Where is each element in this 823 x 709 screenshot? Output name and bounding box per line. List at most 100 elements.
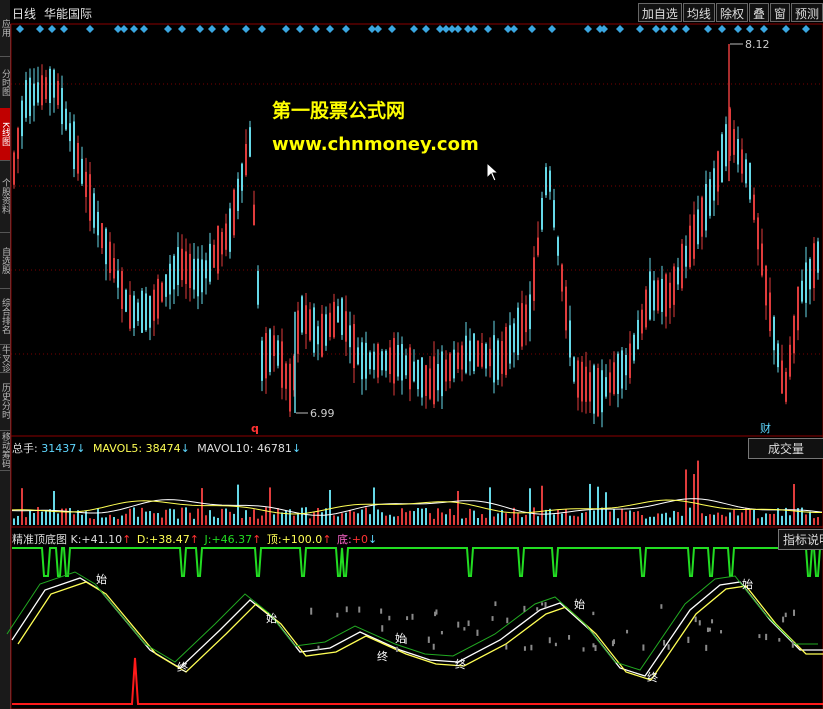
mavol5-arrow: ↓ — [180, 442, 190, 455]
candle-body — [529, 294, 531, 330]
volume-bar — [585, 512, 587, 525]
candle-body — [393, 338, 395, 384]
volume-bar — [405, 512, 407, 525]
volume-bar — [725, 516, 727, 525]
volume-bar — [601, 507, 603, 525]
signal-diamond-icon — [746, 25, 754, 33]
indicator-header: 精准顶底图 K:+41.10↑ D:+38.47↑ J:+46.37↑ 顶:+1… — [12, 531, 377, 547]
bottom-arrow: ↓ — [367, 533, 378, 546]
volume-bar — [333, 515, 335, 525]
candle-body — [129, 294, 131, 329]
volume-bar — [433, 518, 435, 525]
volume-bar — [469, 508, 471, 525]
signal-diamond-icon — [130, 25, 138, 33]
candle-body — [537, 237, 539, 256]
candle-body — [585, 366, 587, 402]
noise-mark — [457, 621, 460, 628]
volume-bar — [817, 517, 819, 525]
candle-body — [261, 340, 263, 381]
candle-body — [649, 271, 651, 320]
d-value: +38.47 — [149, 533, 190, 546]
volume-bar — [389, 514, 391, 525]
mavol5-value: 38474 — [145, 442, 181, 455]
watermark-title: 第一股票公式网 — [272, 100, 406, 122]
volume-bar — [101, 517, 103, 525]
candle-body — [273, 335, 275, 357]
candle-body — [117, 270, 119, 288]
volume-bar — [73, 514, 75, 525]
signal-diamond-icon — [196, 25, 204, 33]
candle-body — [501, 341, 503, 374]
volume-bar — [761, 517, 763, 525]
candle-body — [377, 343, 379, 378]
volume-bar — [261, 515, 263, 525]
volume-button[interactable]: 成交量 — [748, 438, 823, 459]
candle-body — [761, 243, 763, 276]
candle-body — [581, 361, 583, 402]
candle-body — [425, 365, 427, 396]
candle-body — [221, 232, 223, 255]
signal-diamond-icon — [510, 25, 518, 33]
volume-bar — [545, 509, 547, 525]
volume-bar — [421, 508, 423, 525]
noise-mark — [440, 630, 443, 635]
candle-body — [773, 316, 775, 351]
noise-mark — [778, 638, 781, 642]
volume-bar — [441, 512, 443, 525]
candle-body — [701, 197, 703, 237]
volume-bar — [753, 509, 755, 525]
volume-bar — [69, 508, 71, 525]
candle-body — [469, 340, 471, 362]
noise-mark — [491, 616, 494, 621]
candle-body — [457, 352, 459, 369]
candle-body — [13, 152, 15, 185]
indicator-help-button[interactable]: 指标说明 — [778, 529, 823, 550]
volume-bar — [13, 518, 15, 525]
candle-body — [557, 237, 559, 256]
candle-body — [697, 209, 699, 245]
volume-bar — [793, 484, 795, 525]
candle-body — [497, 340, 499, 380]
candle-body — [245, 143, 247, 176]
candle-body — [161, 282, 163, 302]
volume-bar — [197, 508, 199, 525]
start-mark: 始 — [266, 611, 277, 625]
signal-diamond-icon — [682, 25, 690, 33]
volume-bar — [141, 507, 143, 525]
candle-body — [389, 347, 391, 375]
candle-body — [681, 243, 683, 289]
candle-body — [645, 289, 647, 328]
candle-body — [597, 367, 599, 417]
volume-bar — [369, 514, 371, 525]
candle-body — [401, 344, 403, 381]
candle-body — [317, 326, 319, 345]
volume-bar — [493, 516, 495, 525]
volume-bar — [53, 490, 55, 525]
noise-mark — [626, 629, 629, 634]
volume-bar — [461, 518, 463, 525]
volume-bar — [685, 469, 687, 525]
candle-body — [353, 324, 355, 369]
noise-mark — [467, 620, 470, 627]
volume-bar — [617, 518, 619, 525]
volume-bar — [805, 514, 807, 525]
chart-area[interactable]: 8.126.99q 财 始始始始始终终终终 — [0, 0, 823, 709]
marker-q: q — [251, 422, 259, 435]
candle-body — [89, 174, 91, 221]
candle-body — [249, 127, 251, 157]
candle-body — [409, 347, 411, 390]
volume-bar — [409, 510, 411, 525]
volume-bar — [217, 517, 219, 525]
volume-bar — [397, 516, 399, 525]
volume-bar — [321, 512, 323, 525]
signal-diamond-icon — [312, 25, 320, 33]
volume-bar — [193, 518, 195, 525]
candle-body — [313, 307, 315, 353]
volume-bar — [177, 518, 179, 525]
volume-bar — [529, 488, 531, 525]
candle-body — [733, 129, 735, 155]
signal-diamond-icon — [48, 25, 56, 33]
candle-body — [25, 80, 27, 118]
k-value: +41.10 — [81, 533, 123, 546]
j-value: +46.37 — [211, 533, 253, 546]
